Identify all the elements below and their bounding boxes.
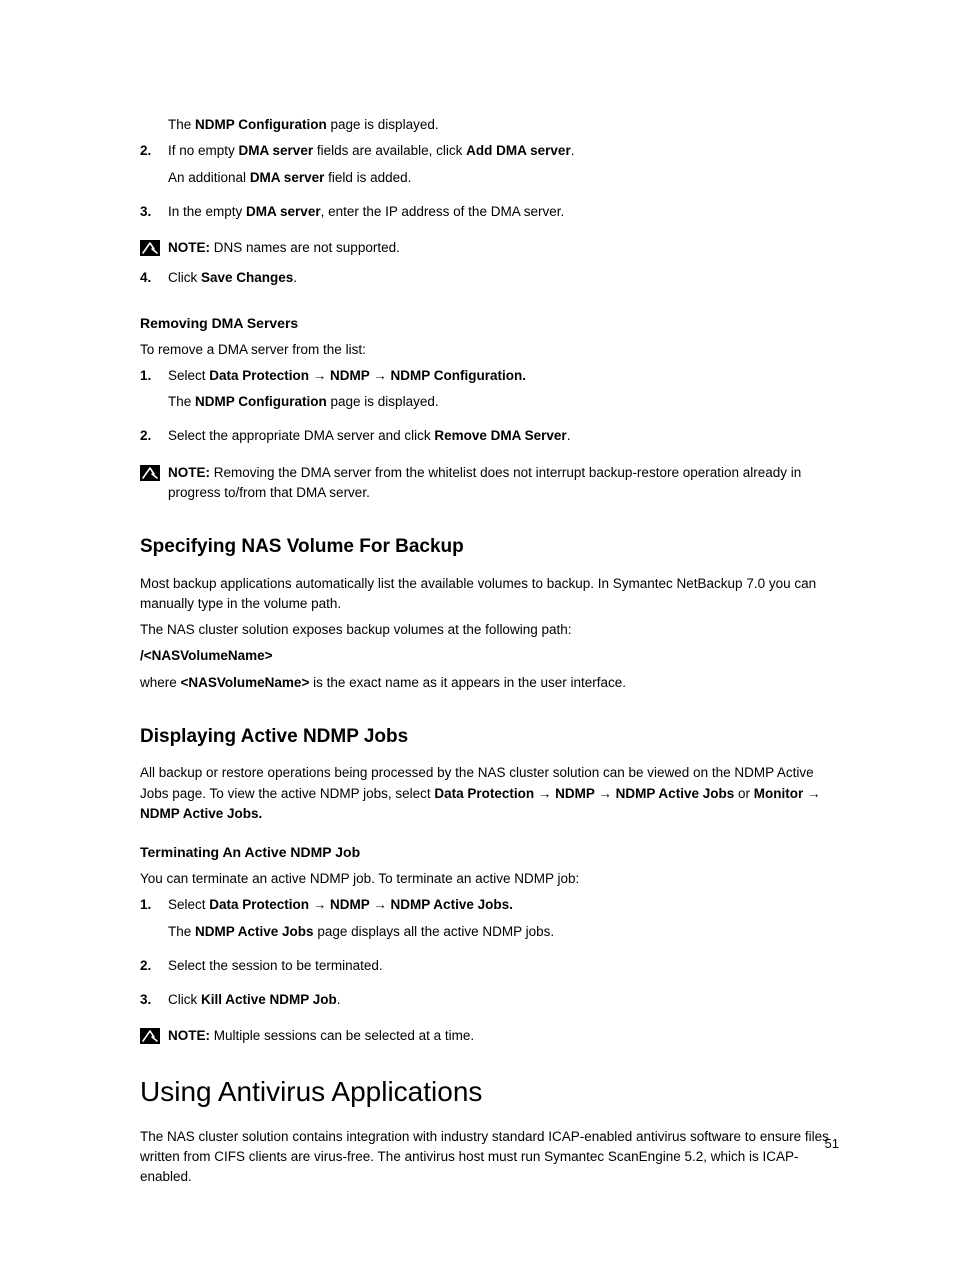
terminate-step-2: 2. Select the session to be terminated. — [140, 956, 839, 982]
step-content: Select Data Protection → NDMP → NDMP Con… — [168, 366, 839, 419]
code-path: /<NASVolumeName> — [140, 646, 839, 666]
step-number: 1. — [140, 366, 168, 386]
step-number: 1. — [140, 895, 168, 915]
step-content: Click Kill Active NDMP Job. — [168, 990, 839, 1016]
heading-terminating-ndmp: Terminating An Active NDMP Job — [140, 842, 839, 863]
note-text: NOTE: Removing the DMA server from the w… — [168, 463, 839, 504]
note-row: NOTE: DNS names are not supported. — [140, 238, 839, 258]
step-3: 3. In the empty DMA server, enter the IP… — [140, 202, 839, 228]
note-text: NOTE: Multiple sessions can be selected … — [168, 1026, 839, 1046]
step-number: 3. — [140, 990, 168, 1010]
step-number: 2. — [140, 956, 168, 976]
step-number: 4. — [140, 268, 168, 288]
note-icon — [140, 465, 160, 481]
page-number: 51 — [825, 1134, 839, 1154]
step-number: 3. — [140, 202, 168, 222]
step-content: Click Save Changes. — [168, 268, 839, 294]
remove-step-1: 1. Select Data Protection → NDMP → NDMP … — [140, 366, 839, 419]
text: The — [168, 117, 195, 132]
heading-using-antivirus: Using Antivirus Applications — [140, 1071, 839, 1113]
terminate-step-1: 1. Select Data Protection → NDMP → NDMP … — [140, 895, 839, 948]
terminate-step-3: 3. Click Kill Active NDMP Job. — [140, 990, 839, 1016]
remove-step-2: 2. Select the appropriate DMA server and… — [140, 426, 839, 452]
step-2: 2. If no empty DMA server fields are ava… — [140, 141, 839, 194]
step-number: 2. — [140, 141, 168, 161]
paragraph: Most backup applications automatically l… — [140, 574, 839, 615]
steps-list: 2. If no empty DMA server fields are ava… — [140, 141, 839, 228]
paragraph: where <NASVolumeName> is the exact name … — [140, 673, 839, 693]
step-content: In the empty DMA server, enter the IP ad… — [168, 202, 839, 228]
paragraph: All backup or restore operations being p… — [140, 763, 839, 824]
note-row: NOTE: Multiple sessions can be selected … — [140, 1026, 839, 1046]
remove-steps-list: 1. Select Data Protection → NDMP → NDMP … — [140, 366, 839, 453]
step-content: Select the appropriate DMA server and cl… — [168, 426, 839, 452]
text: page is displayed. — [327, 117, 439, 132]
note-text: NOTE: DNS names are not supported. — [168, 238, 839, 258]
paragraph: You can terminate an active NDMP job. To… — [140, 869, 839, 889]
note-row: NOTE: Removing the DMA server from the w… — [140, 463, 839, 504]
document-page: The NDMP Configuration page is displayed… — [0, 0, 954, 1273]
note-icon — [140, 240, 160, 256]
paragraph: The NAS cluster solution exposes backup … — [140, 620, 839, 640]
paragraph: To remove a DMA server from the list: — [140, 340, 839, 360]
paragraph: The NAS cluster solution contains integr… — [140, 1127, 839, 1188]
note-icon — [140, 1028, 160, 1044]
heading-specifying-nas: Specifying NAS Volume For Backup — [140, 533, 839, 562]
heading-displaying-ndmp: Displaying Active NDMP Jobs — [140, 723, 839, 752]
step-content: Select the session to be terminated. — [168, 956, 839, 982]
step-content: Select Data Protection → NDMP → NDMP Act… — [168, 895, 839, 948]
text-bold: NDMP Configuration — [195, 117, 327, 132]
terminate-steps-list: 1. Select Data Protection → NDMP → NDMP … — [140, 895, 839, 1016]
intro-line: The NDMP Configuration page is displayed… — [140, 115, 839, 135]
step-4: 4. Click Save Changes. — [140, 268, 839, 294]
step-content: If no empty DMA server fields are availa… — [168, 141, 839, 194]
steps-list: 4. Click Save Changes. — [140, 268, 839, 294]
step-number: 2. — [140, 426, 168, 446]
heading-removing-dma: Removing DMA Servers — [140, 313, 839, 334]
